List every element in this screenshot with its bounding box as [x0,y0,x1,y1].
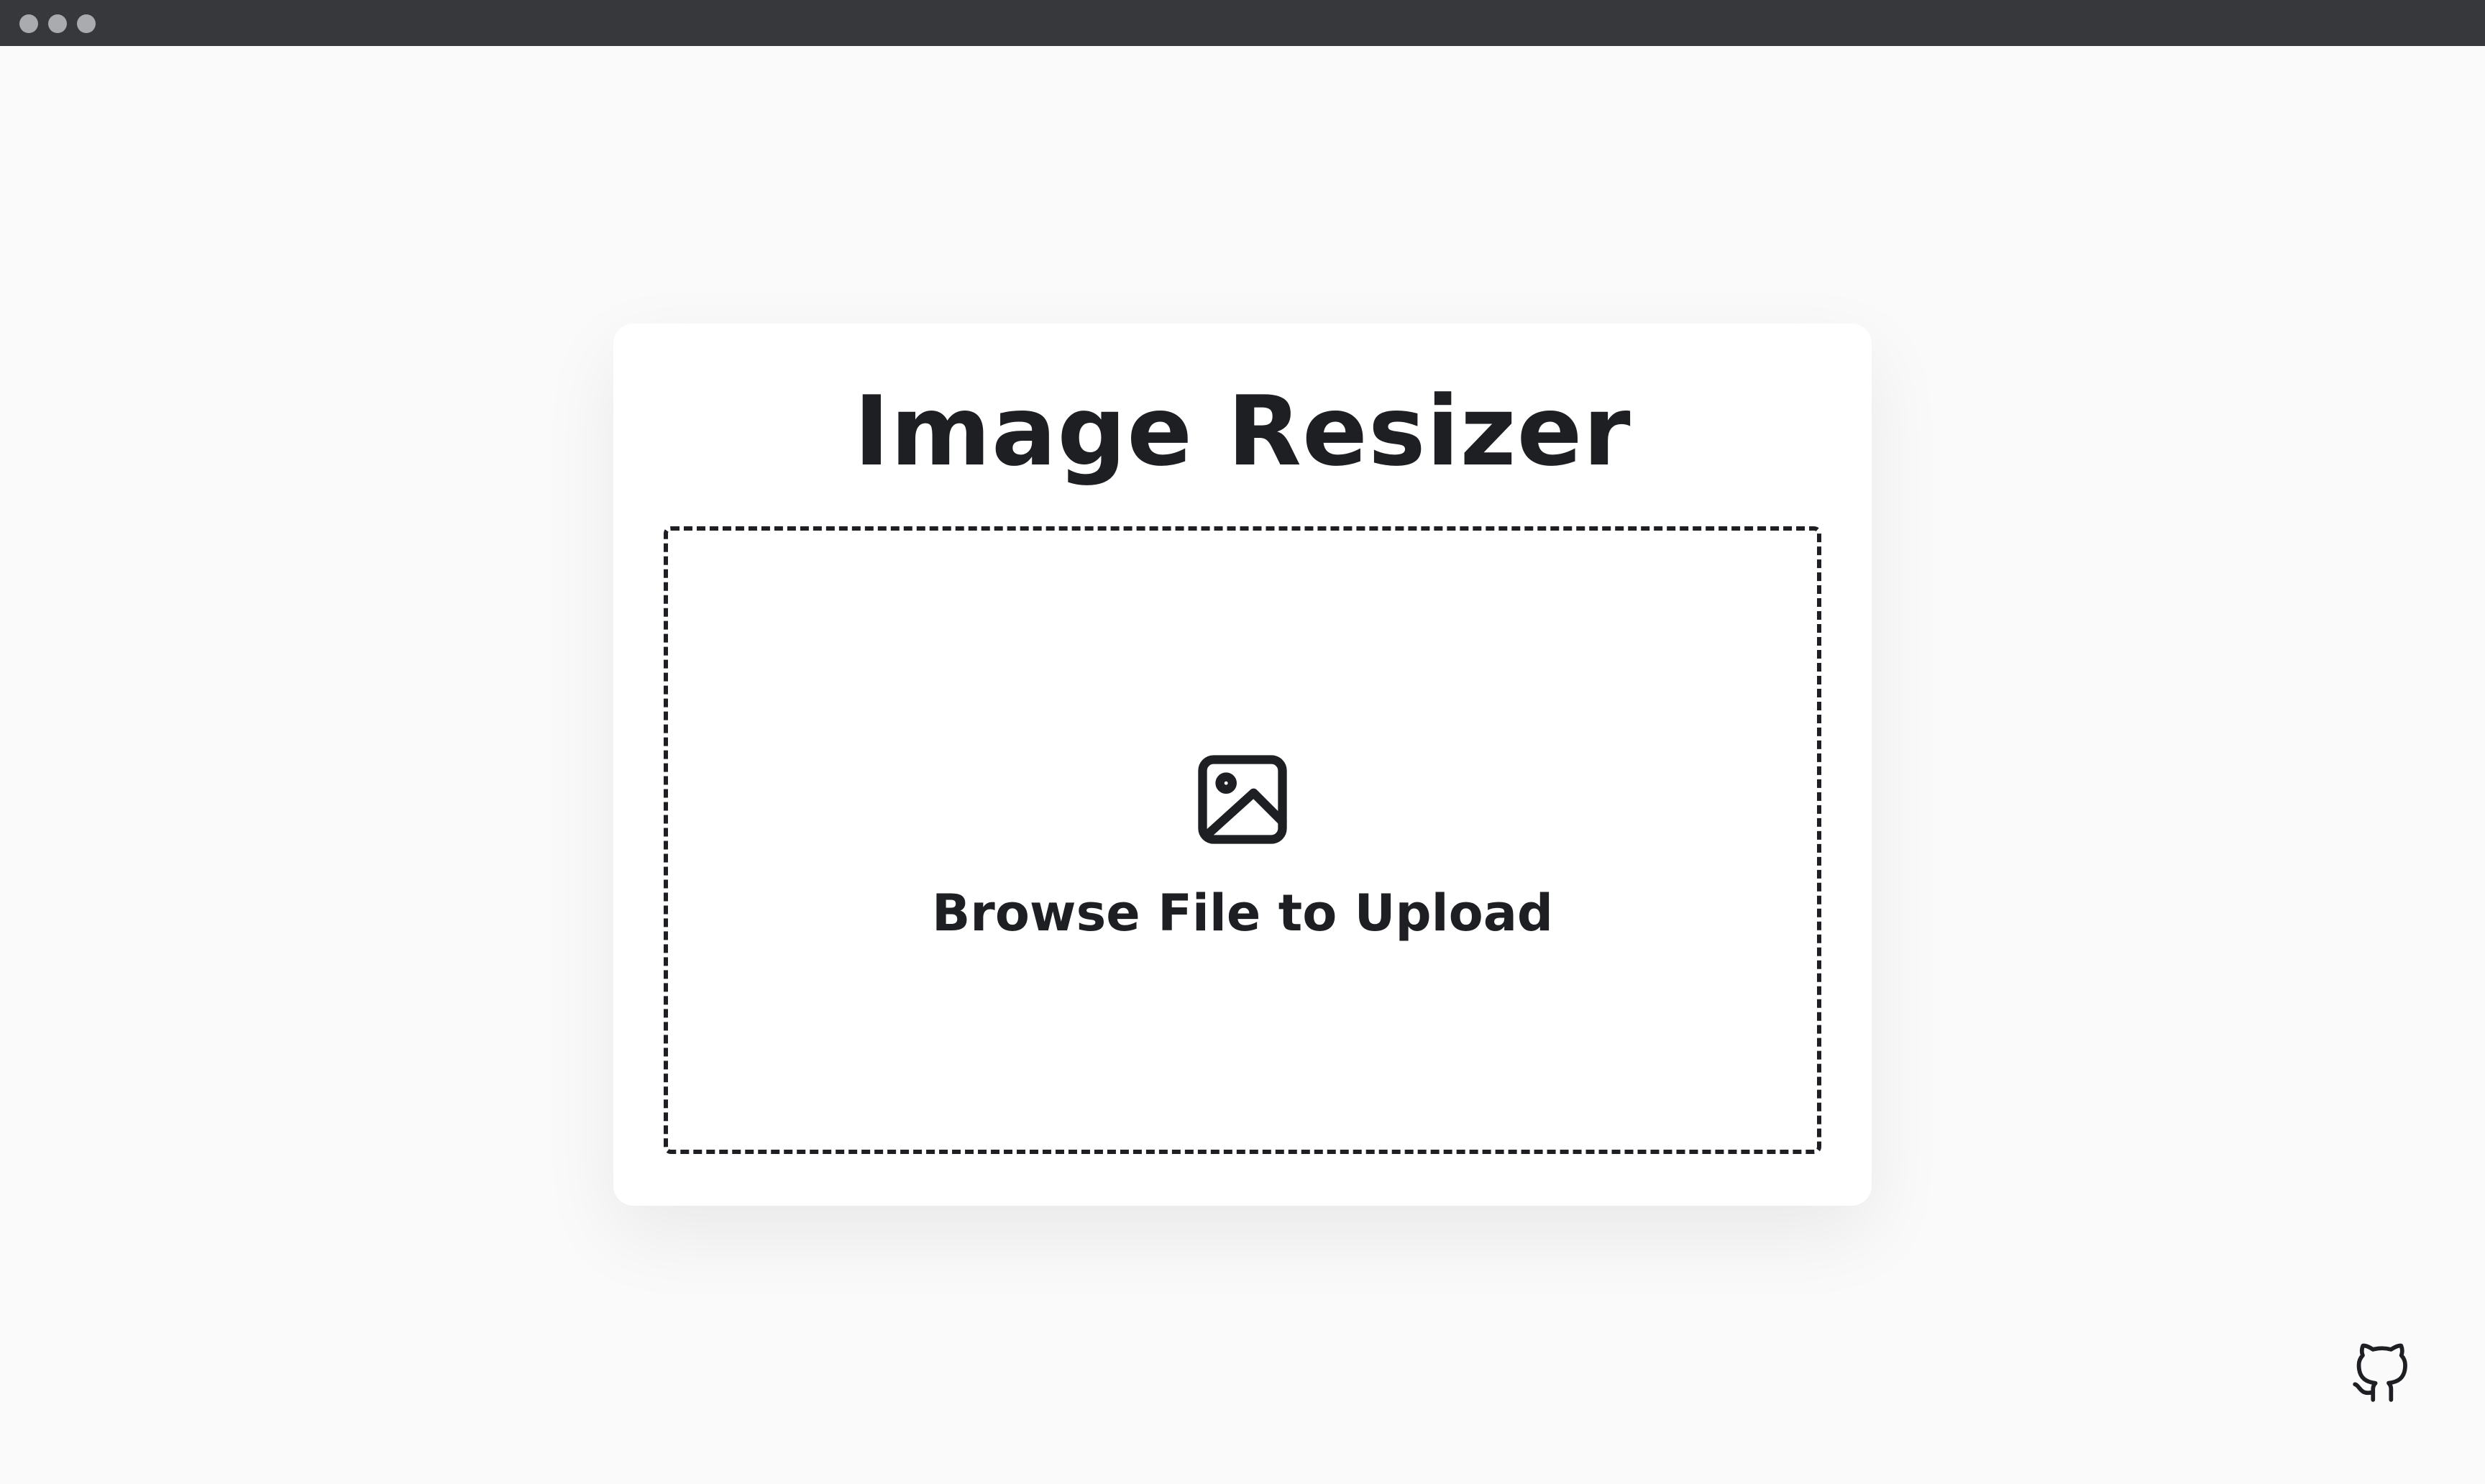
window-minimize-dot[interactable] [48,14,67,33]
page-title: Image Resizer [853,375,1632,487]
upload-dropzone[interactable]: Browse File to Upload [664,526,1821,1154]
browse-file-label[interactable]: Browse File to Upload [668,883,1817,943]
window-maximize-dot[interactable] [77,14,96,33]
github-icon[interactable] [2350,1343,2412,1405]
window-close-dot[interactable] [19,14,38,33]
window-title-bar [0,0,2485,46]
image-icon [1198,755,1287,844]
resizer-card: Image Resizer Browse File to Upload [613,324,1872,1206]
